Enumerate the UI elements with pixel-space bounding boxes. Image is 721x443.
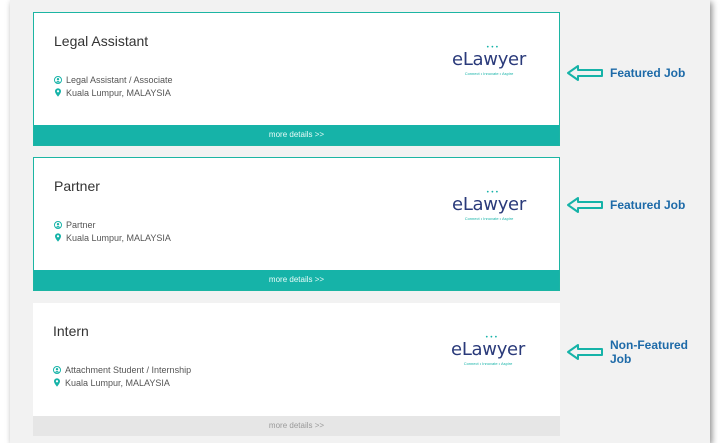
left-arrow-icon [567,344,603,360]
person-icon [53,365,61,374]
annotation-featured-1: Featured Job [566,64,685,82]
job-meta: Partner Kuala Lumpur, MALAYSIA [54,218,171,244]
job-location-row: Kuala Lumpur, MALAYSIA [54,231,171,244]
left-arrow-icon [567,197,603,213]
more-details-button[interactable]: more details >> [33,416,560,436]
company-logo: eLawyer ••• Connect • Innovate • Aspire [449,44,529,76]
logo-dots: ••• [486,44,500,51]
annotation-label: Featured Job [610,198,686,212]
annotation-line-1: Non-Featured [610,338,688,352]
job-position: Legal Assistant / Associate [66,74,173,85]
job-location: Kuala Lumpur, MALAYSIA [65,377,170,388]
company-logo: eLawyer ••• Connect • Innovate • Aspire [449,189,529,221]
job-meta: Attachment Student / Internship Kuala Lu… [53,363,191,389]
person-icon [54,220,62,229]
job-meta: Legal Assistant / Associate Kuala Lumpur… [54,73,173,99]
job-location: Kuala Lumpur, MALAYSIA [66,232,171,243]
job-location: Kuala Lumpur, MALAYSIA [66,87,171,98]
more-details-button[interactable]: more details >> [34,125,559,145]
logo-tagline: Connect • Innovate • Aspire [464,71,514,76]
job-position: Attachment Student / Internship [65,364,192,375]
location-pin-icon [55,233,61,242]
annotation-line-2: Job [610,352,632,366]
job-card-intern[interactable]: Intern Attachment Student / Internship K… [33,303,560,436]
left-arrow-icon [567,65,603,81]
logo-tagline: Connect • Innovate • Aspire [464,216,514,221]
location-pin-icon [54,378,60,387]
annotation-featured-2: Featured Job [566,196,685,214]
annotation-label: Non-Featured Job [610,338,688,366]
logo-wordmark: eLawyer [451,339,525,360]
logo-dots: ••• [485,334,499,341]
job-title: Intern [53,323,89,339]
job-position: Partner [66,219,96,230]
job-card-partner[interactable]: Partner Partner Kuala Lumpur, MALAYSIA e… [33,157,560,291]
job-title: Legal Assistant [54,33,149,49]
job-location-row: Kuala Lumpur, MALAYSIA [54,86,173,99]
annotation-non-featured: Non-Featured Job [566,338,688,366]
person-icon [54,75,62,84]
logo-tagline: Connect • Innovate • Aspire [463,361,513,366]
job-card-legal-assistant[interactable]: Legal Assistant Legal Assistant / Associ… [33,12,560,146]
job-position-row: Legal Assistant / Associate [54,73,173,86]
more-details-button[interactable]: more details >> [34,270,559,290]
logo-dots: ••• [486,189,500,196]
company-logo: eLawyer ••• Connect • Innovate • Aspire [448,334,528,366]
job-location-row: Kuala Lumpur, MALAYSIA [53,376,191,389]
job-position-row: Partner [54,218,171,231]
logo-wordmark: eLawyer [452,49,526,70]
job-position-row: Attachment Student / Internship [53,363,191,376]
annotation-label: Featured Job [610,66,686,80]
logo-wordmark: eLawyer [452,194,526,215]
job-title: Partner [54,178,100,194]
location-pin-icon [55,88,61,97]
